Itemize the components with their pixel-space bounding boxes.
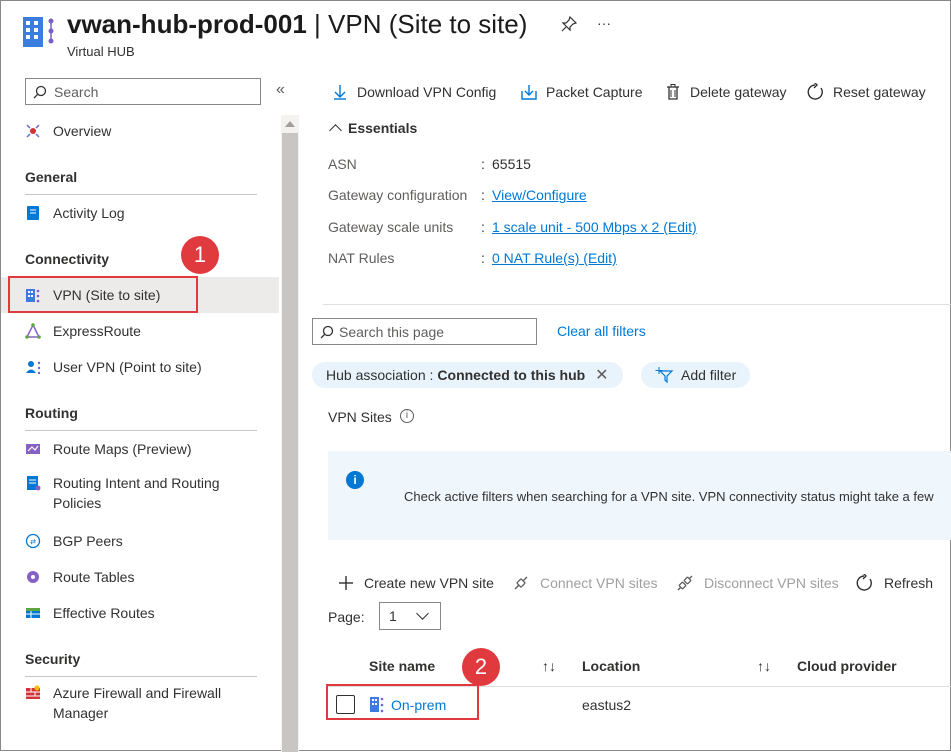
sidebar-item-route-tables[interactable]: Route Tables — [1, 559, 279, 595]
disconnect-vpn-sites-button[interactable]: Disconnect VPN sites — [676, 573, 839, 593]
page-title: vwan-hub-prod-001 | VPN (Site to site) — [67, 9, 528, 39]
more-options-icon[interactable]: ··· — [597, 15, 611, 31]
chevron-up-icon — [329, 123, 342, 137]
search-icon — [33, 85, 47, 99]
info-banner: i Check active filters when searching fo… — [328, 451, 951, 540]
gateway-configuration-link[interactable]: View/Configure — [492, 187, 587, 203]
user-vpn-icon — [26, 361, 41, 375]
pin-icon[interactable] — [561, 15, 578, 32]
page-search-placeholder: Search this page — [339, 324, 445, 340]
page-select[interactable]: 1 — [379, 602, 441, 630]
sidebar-item-routing-intent[interactable]: Routing Intent and Routing Policies — [1, 471, 279, 515]
collapse-sidebar-button[interactable]: « — [276, 81, 285, 99]
essentials-label: Gateway configuration — [328, 187, 468, 203]
clear-all-filters-link[interactable]: Clear all filters — [557, 323, 646, 339]
essentials-toggle[interactable]: Essentials — [329, 120, 417, 137]
section-security: Security — [25, 651, 81, 667]
sidebar-item-azure-firewall[interactable]: Azure Firewall and Firewall Manager — [1, 681, 279, 725]
scrollbar-thumb[interactable] — [282, 133, 298, 752]
firewall-icon — [26, 685, 40, 699]
overview-icon — [26, 124, 40, 138]
sidebar-search-input[interactable]: Search — [25, 78, 261, 105]
vpn-sites-heading: VPN Sites — [328, 409, 392, 425]
info-icon: i — [346, 471, 364, 489]
essentials-label: Gateway scale units — [328, 219, 454, 235]
section-connectivity: Connectivity — [25, 251, 110, 267]
info-banner-text: Check active filters when searching for … — [404, 489, 934, 504]
route-tables-icon — [27, 571, 39, 583]
sidebar-search-placeholder: Search — [54, 84, 99, 100]
scrollbar-up-arrow[interactable] — [285, 121, 295, 127]
trash-icon — [667, 84, 679, 100]
callout-badge-1: 1 — [181, 236, 219, 274]
connect-icon — [514, 576, 528, 590]
delete-gateway-button[interactable]: Delete gateway — [664, 81, 787, 103]
connect-vpn-sites-button[interactable]: Connect VPN sites — [512, 573, 658, 593]
packet-capture-icon — [521, 85, 537, 100]
filter-value: Connected to this hub — [437, 367, 586, 383]
effective-routes-icon — [26, 608, 40, 618]
reset-gateway-button[interactable]: Reset gateway — [807, 81, 926, 103]
sidebar-item-activity-log[interactable]: Activity Log — [1, 195, 279, 231]
essentials-divider — [323, 304, 951, 305]
essentials-label: ASN — [328, 156, 357, 172]
chevron-down-icon — [416, 607, 429, 620]
search-icon — [320, 325, 334, 339]
sidebar-item-overview[interactable]: Overview — [1, 113, 279, 149]
page-label: Page: — [328, 609, 365, 625]
callout-badge-2: 2 — [462, 648, 500, 686]
essentials-label: NAT Rules — [328, 250, 395, 266]
hub-resource-icon — [21, 13, 57, 49]
refresh-button[interactable]: Refresh — [856, 573, 933, 593]
expressroute-icon — [25, 323, 41, 339]
callout-box-2 — [326, 684, 479, 720]
download-icon — [334, 85, 346, 100]
packet-capture-button[interactable]: Packet Capture — [520, 81, 643, 103]
filter-key: Hub association : — [326, 367, 434, 383]
essentials-colon: : — [481, 187, 485, 203]
info-outline-icon[interactable]: i — [400, 409, 414, 423]
sidebar-item-effective-routes[interactable]: Effective Routes — [1, 595, 279, 631]
column-header-location[interactable]: Location — [582, 658, 640, 674]
sidebar-item-route-maps[interactable]: Route Maps (Preview) — [1, 431, 279, 467]
routing-intent-icon — [27, 476, 41, 491]
callout-box-1 — [8, 276, 198, 313]
refresh-icon — [856, 574, 872, 591]
essentials-colon: : — [481, 219, 485, 235]
activity-log-icon — [27, 206, 39, 220]
sidebar-item-bgp-peers[interactable]: ⇄ BGP Peers — [1, 523, 279, 559]
location-cell: eastus2 — [582, 697, 632, 713]
sort-icon[interactable]: ↑↓ — [542, 658, 556, 674]
create-vpn-site-button[interactable]: Create new VPN site — [337, 573, 494, 593]
add-filter-icon — [655, 367, 674, 383]
nat-rules-link[interactable]: 0 NAT Rule(s) (Edit) — [492, 250, 617, 266]
divider — [25, 676, 257, 677]
essentials-colon: : — [481, 156, 485, 172]
disconnect-icon — [677, 575, 693, 591]
sidebar-item-user-vpn[interactable]: User VPN (Point to site) — [1, 349, 279, 385]
bgp-peers-icon: ⇄ — [25, 533, 41, 549]
page-subtitle: Virtual HUB — [67, 44, 135, 59]
page-search-input[interactable]: Search this page — [312, 318, 537, 345]
reset-icon — [807, 83, 823, 100]
svg-text:⇄: ⇄ — [30, 538, 36, 546]
scale-units-link[interactable]: 1 scale unit - 500 Mbps x 2 (Edit) — [492, 219, 697, 235]
section-routing: Routing — [25, 405, 78, 421]
essentials-colon: : — [481, 250, 485, 266]
sort-icon[interactable]: ↑↓ — [757, 658, 771, 674]
plus-icon — [339, 576, 353, 590]
add-filter-button[interactable]: Add filter — [641, 362, 751, 388]
sidebar-item-expressroute[interactable]: ExpressRoute — [1, 313, 279, 349]
close-icon[interactable]: ✕ — [595, 365, 608, 385]
hub-association-filter-pill[interactable]: Hub association : Connected to this hub … — [312, 362, 623, 388]
asn-value: 65515 — [492, 156, 531, 172]
sidebar-scrollbar[interactable] — [281, 115, 299, 752]
column-header-cloud-provider[interactable]: Cloud provider — [797, 658, 897, 674]
column-header-site-name[interactable]: Site name — [369, 658, 435, 674]
route-maps-icon — [26, 444, 40, 454]
download-vpn-config-button[interactable]: Download VPN Config — [331, 81, 496, 103]
section-general: General — [25, 169, 78, 185]
